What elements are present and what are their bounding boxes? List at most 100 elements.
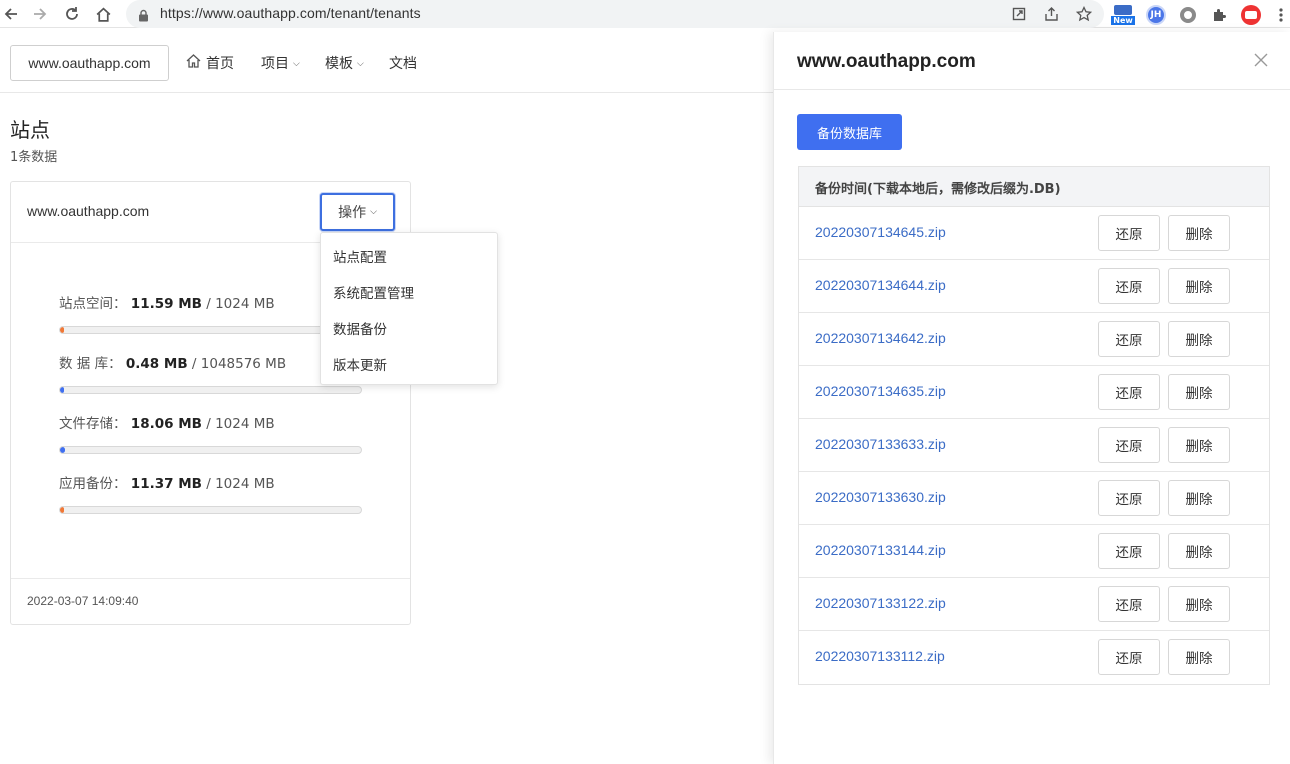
backup-database-button[interactable]: 备份数据库 <box>797 114 902 150</box>
nav-home[interactable]: 首页 <box>185 53 234 73</box>
drawer-header: www.oauthapp.com <box>774 32 1290 90</box>
browser-menu-icon[interactable] <box>1274 4 1288 26</box>
stat-total: / 1048576 MB <box>191 356 287 372</box>
record-count: 1条数据 <box>10 150 58 165</box>
restore-button[interactable]: 还原 <box>1098 374 1160 410</box>
delete-button[interactable]: 删除 <box>1168 374 1230 410</box>
home-icon <box>185 53 202 73</box>
backup-file-link[interactable]: 20220307133112.zip <box>815 648 945 664</box>
progress-fill <box>60 327 64 333</box>
progress-bar <box>59 446 362 454</box>
restore-button[interactable]: 还原 <box>1098 586 1160 622</box>
table-row: 20220307134635.zip 还原 删除 <box>799 366 1269 419</box>
menu-item-site-config[interactable]: 站点配置 <box>333 246 387 266</box>
table-row: 20220307133630.zip 还原 删除 <box>799 472 1269 525</box>
table-row: 20220307133112.zip 还原 删除 <box>799 631 1269 684</box>
table-row: 20220307134644.zip 还原 删除 <box>799 260 1269 313</box>
backup-file-link[interactable]: 20220307134642.zip <box>815 330 946 346</box>
delete-button[interactable]: 删除 <box>1168 427 1230 463</box>
back-icon[interactable] <box>0 3 22 25</box>
circle-extension-icon[interactable] <box>1177 4 1199 26</box>
stat-site-space: 站点空间： 11.59 MB / 1024 MB <box>59 292 275 312</box>
table-row: 20220307134645.zip 还原 删除 <box>799 207 1269 260</box>
home-icon[interactable] <box>92 3 114 25</box>
profile-avatar-icon[interactable] <box>1240 4 1262 26</box>
backup-file-link[interactable]: 20220307134644.zip <box>815 277 946 293</box>
reload-icon[interactable] <box>61 3 83 25</box>
restore-button[interactable]: 还原 <box>1098 215 1160 251</box>
menu-item-version-update[interactable]: 版本更新 <box>333 354 387 374</box>
progress-fill <box>60 447 66 453</box>
stat-file-storage: 文件存储： 18.06 MB / 1024 MB <box>59 412 275 432</box>
bookmark-star-icon[interactable] <box>1075 5 1093 23</box>
share-icon[interactable] <box>1042 5 1060 23</box>
actions-button[interactable]: 操作 ⌵ <box>320 193 395 231</box>
card-footer: 2022-03-07 14:09:40 <box>11 578 410 624</box>
table-row: 20220307133633.zip 还原 删除 <box>799 419 1269 472</box>
progress-bar <box>59 326 362 334</box>
backup-file-link[interactable]: 20220307133633.zip <box>815 436 946 452</box>
nav-docs[interactable]: 文档 <box>389 53 417 73</box>
url-text: https://www.oauthapp.com/tenant/tenants <box>160 5 421 21</box>
delete-button[interactable]: 删除 <box>1168 639 1230 675</box>
backup-table: 备份时间(下载本地后，需修改后缀为.DB) 20220307134645.zip… <box>798 166 1270 685</box>
restore-button[interactable]: 还原 <box>1098 639 1160 675</box>
forward-icon[interactable] <box>29 3 51 25</box>
actions-dropdown-menu: 站点配置 系统配置管理 数据备份 版本更新 <box>320 232 498 385</box>
table-header: 备份时间(下载本地后，需修改后缀为.DB) <box>799 167 1269 207</box>
restore-button[interactable]: 还原 <box>1098 321 1160 357</box>
delete-button[interactable]: 删除 <box>1168 268 1230 304</box>
menu-item-system-config[interactable]: 系统配置管理 <box>333 282 414 302</box>
app-header: www.oauthapp.com 首页 项目 ⌵ 模板 ⌵ 文档 <box>0 32 773 93</box>
backup-drawer: www.oauthapp.com 备份数据库 备份时间(下载本地后，需修改后缀为… <box>773 32 1290 764</box>
delete-button[interactable]: 删除 <box>1168 586 1230 622</box>
progress-bar <box>59 386 362 394</box>
tenant-selector[interactable]: www.oauthapp.com <box>10 45 169 81</box>
stat-used: 18.06 MB <box>130 416 202 432</box>
address-bar[interactable]: https://www.oauthapp.com/tenant/tenants <box>126 0 1104 28</box>
progress-fill <box>60 387 64 393</box>
stat-used: 11.37 MB <box>130 476 202 492</box>
stat-database: 数 据 库： 0.48 MB / 1048576 MB <box>59 352 286 372</box>
delete-button[interactable]: 删除 <box>1168 480 1230 516</box>
lock-icon <box>138 7 149 26</box>
backup-file-link[interactable]: 20220307134645.zip <box>815 224 946 240</box>
delete-button[interactable]: 删除 <box>1168 215 1230 251</box>
backup-file-link[interactable]: 20220307133630.zip <box>815 489 946 505</box>
delete-button[interactable]: 删除 <box>1168 321 1230 357</box>
chevron-down-icon: ⌵ <box>370 207 377 217</box>
nav-templates-label: 模板 <box>325 56 353 72</box>
actions-button-label: 操作 <box>338 205 367 221</box>
delete-button[interactable]: 删除 <box>1168 533 1230 569</box>
progress-bar <box>59 506 362 514</box>
backup-file-link[interactable]: 20220307133122.zip <box>815 595 946 611</box>
close-icon[interactable] <box>1254 52 1272 70</box>
stat-used: 0.48 MB <box>125 356 188 372</box>
restore-button[interactable]: 还原 <box>1098 533 1160 569</box>
puzzle-extensions-icon[interactable] <box>1208 4 1230 26</box>
stat-label: 文件存储： <box>59 416 127 432</box>
column-header-backup-time: 备份时间(下载本地后，需修改后缀为.DB) <box>815 182 1061 197</box>
stat-total: / 1024 MB <box>206 416 275 432</box>
backup-file-link[interactable]: 20220307134635.zip <box>815 383 946 399</box>
progress-fill <box>60 507 64 513</box>
stat-label: 站点空间： <box>59 296 127 312</box>
nav-projects[interactable]: 项目 ⌵ <box>261 53 300 73</box>
restore-button[interactable]: 还原 <box>1098 480 1160 516</box>
table-row: 20220307134642.zip 还原 删除 <box>799 313 1269 366</box>
menu-item-data-backup[interactable]: 数据备份 <box>333 318 387 338</box>
chevron-down-icon: ⌵ <box>357 59 364 69</box>
jh-extension-icon[interactable]: JH <box>1145 4 1167 26</box>
restore-button[interactable]: 还原 <box>1098 427 1160 463</box>
nav-docs-label: 文档 <box>389 56 417 72</box>
restore-button[interactable]: 还原 <box>1098 268 1160 304</box>
new-extension-icon[interactable]: New <box>1111 4 1135 26</box>
nav-templates[interactable]: 模板 ⌵ <box>325 53 364 73</box>
browser-toolbar: https://www.oauthapp.com/tenant/tenants … <box>0 0 1290 28</box>
backup-file-link[interactable]: 20220307133144.zip <box>815 542 946 558</box>
drawer-title: www.oauthapp.com <box>797 51 976 72</box>
open-in-new-icon[interactable] <box>1010 5 1028 23</box>
table-row: 20220307133122.zip 还原 删除 <box>799 578 1269 631</box>
chevron-down-icon: ⌵ <box>293 59 300 69</box>
new-badge: New <box>1111 16 1135 25</box>
